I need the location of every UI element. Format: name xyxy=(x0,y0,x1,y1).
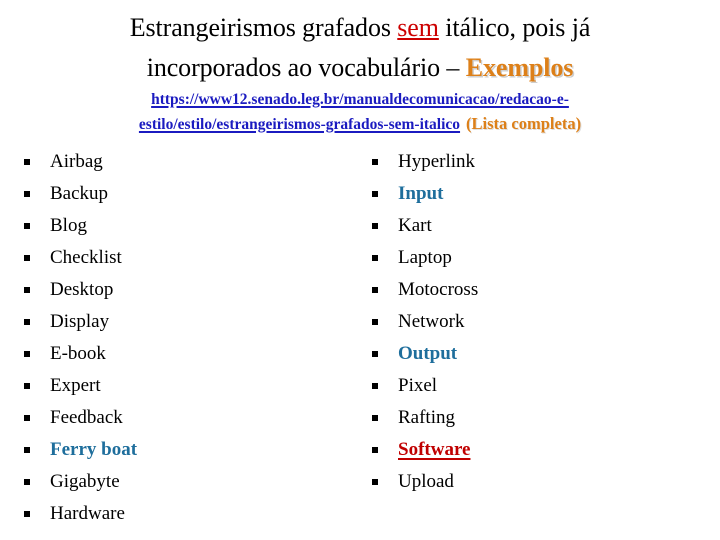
list-item-label: Motocross xyxy=(398,279,479,300)
square-bullet-icon xyxy=(24,255,30,261)
list-item-label: Hardware xyxy=(50,503,125,524)
square-bullet-icon xyxy=(24,415,30,421)
title-line-2: incorporados ao vocabulário – Exemplos xyxy=(30,48,690,88)
square-bullet-icon xyxy=(372,351,378,357)
square-bullet-icon xyxy=(372,447,378,453)
source-url-part-1[interactable]: https://www12.senado.leg.br/manualdecomu… xyxy=(151,91,569,108)
title-line-1: Estrangeirismos grafados sem itálico, po… xyxy=(30,8,690,48)
source-url-line-1[interactable]: https://www12.senado.leg.br/manualdecomu… xyxy=(20,88,700,112)
slide-title: Estrangeirismos grafados sem itálico, po… xyxy=(30,8,690,88)
list-item: Input xyxy=(372,178,702,210)
list-item-label: Pixel xyxy=(398,375,438,396)
word-column-right: Hyperlink Input Kart Laptop Motocross Network… xyxy=(372,146,702,498)
square-bullet-icon xyxy=(372,191,378,197)
square-bullet-icon xyxy=(24,479,30,485)
list-item: Rafting xyxy=(372,402,702,434)
list-item: Kart xyxy=(372,210,702,242)
word-columns: Airbag Backup Blog Checklist Desktop Display E… xyxy=(0,146,720,536)
list-item: E-book xyxy=(24,338,354,370)
list-item-label: Hyperlink xyxy=(398,151,476,172)
list-item: Software xyxy=(372,434,702,466)
list-item-label: Output xyxy=(398,343,458,364)
list-item: Blog xyxy=(24,210,354,242)
list-item: Expert xyxy=(24,370,354,402)
word-list-left: Airbag Backup Blog Checklist Desktop Display E… xyxy=(24,146,354,530)
list-item: Checklist xyxy=(24,242,354,274)
word-list-right: Hyperlink Input Kart Laptop Motocross Network… xyxy=(372,146,702,498)
list-item-label: Ferry boat xyxy=(50,439,138,460)
title-text-prefix-2: incorporados ao vocabulário – xyxy=(146,53,466,82)
source-url-line-2[interactable]: estilo/estilo/estrangeirismos-grafados-s… xyxy=(20,112,700,137)
list-item: Hyperlink xyxy=(372,146,702,178)
list-item: Airbag xyxy=(24,146,354,178)
list-item-label: Desktop xyxy=(50,279,114,300)
slide-canvas: Estrangeirismos grafados sem itálico, po… xyxy=(0,0,720,540)
square-bullet-icon xyxy=(372,319,378,325)
list-item: Backup xyxy=(24,178,354,210)
full-list-note: (Lista completa) xyxy=(466,114,582,133)
list-item-label: E-book xyxy=(50,343,106,364)
square-bullet-icon xyxy=(24,447,30,453)
square-bullet-icon xyxy=(24,511,30,517)
title-text-prefix: Estrangeirismos grafados xyxy=(129,13,398,42)
list-item-label[interactable]: Software xyxy=(398,434,470,466)
square-bullet-icon xyxy=(372,223,378,229)
square-bullet-icon xyxy=(24,191,30,197)
square-bullet-icon xyxy=(24,159,30,165)
square-bullet-icon xyxy=(372,479,378,485)
list-item-label: Backup xyxy=(50,183,109,204)
list-item: Hardware xyxy=(24,498,354,530)
list-item: Display xyxy=(24,306,354,338)
list-item: Output xyxy=(372,338,702,370)
square-bullet-icon xyxy=(372,255,378,261)
list-item: Network xyxy=(372,306,702,338)
list-item-label: Expert xyxy=(50,375,101,396)
title-text-suffix: itálico, pois já xyxy=(438,13,591,42)
source-url-part-2[interactable]: estilo/estilo/estrangeirismos-grafados-s… xyxy=(139,116,460,133)
square-bullet-icon xyxy=(372,383,378,389)
list-item-label: Display xyxy=(50,311,110,332)
list-item-label: Checklist xyxy=(50,247,122,268)
list-item: Desktop xyxy=(24,274,354,306)
list-item-label: Blog xyxy=(50,215,87,236)
square-bullet-icon xyxy=(24,223,30,229)
square-bullet-icon xyxy=(372,287,378,293)
list-item-label: Feedback xyxy=(50,407,123,428)
square-bullet-icon xyxy=(24,319,30,325)
title-keyword-sem: sem xyxy=(397,13,439,42)
square-bullet-icon xyxy=(372,159,378,165)
list-item: Motocross xyxy=(372,274,702,306)
square-bullet-icon xyxy=(24,287,30,293)
list-item: Upload xyxy=(372,466,702,498)
word-column-left: Airbag Backup Blog Checklist Desktop Display E… xyxy=(24,146,354,530)
list-item-label: Gigabyte xyxy=(50,471,120,492)
list-item-label: Network xyxy=(398,311,465,332)
list-item-label: Upload xyxy=(398,471,454,492)
list-item-label: Input xyxy=(398,183,444,204)
list-item: Feedback xyxy=(24,402,354,434)
list-item: Pixel xyxy=(372,370,702,402)
square-bullet-icon xyxy=(24,383,30,389)
list-item: Laptop xyxy=(372,242,702,274)
list-item-label: Kart xyxy=(398,215,432,236)
list-item: Gigabyte xyxy=(24,466,354,498)
square-bullet-icon xyxy=(24,351,30,357)
source-link-block: https://www12.senado.leg.br/manualdecomu… xyxy=(20,88,700,137)
list-item: Ferry boat xyxy=(24,434,354,466)
list-item-label: Laptop xyxy=(398,247,452,268)
list-item-label: Rafting xyxy=(398,407,455,428)
square-bullet-icon xyxy=(372,415,378,421)
list-item-label: Airbag xyxy=(50,151,103,172)
title-keyword-exemplos: Exemplos xyxy=(465,53,574,82)
